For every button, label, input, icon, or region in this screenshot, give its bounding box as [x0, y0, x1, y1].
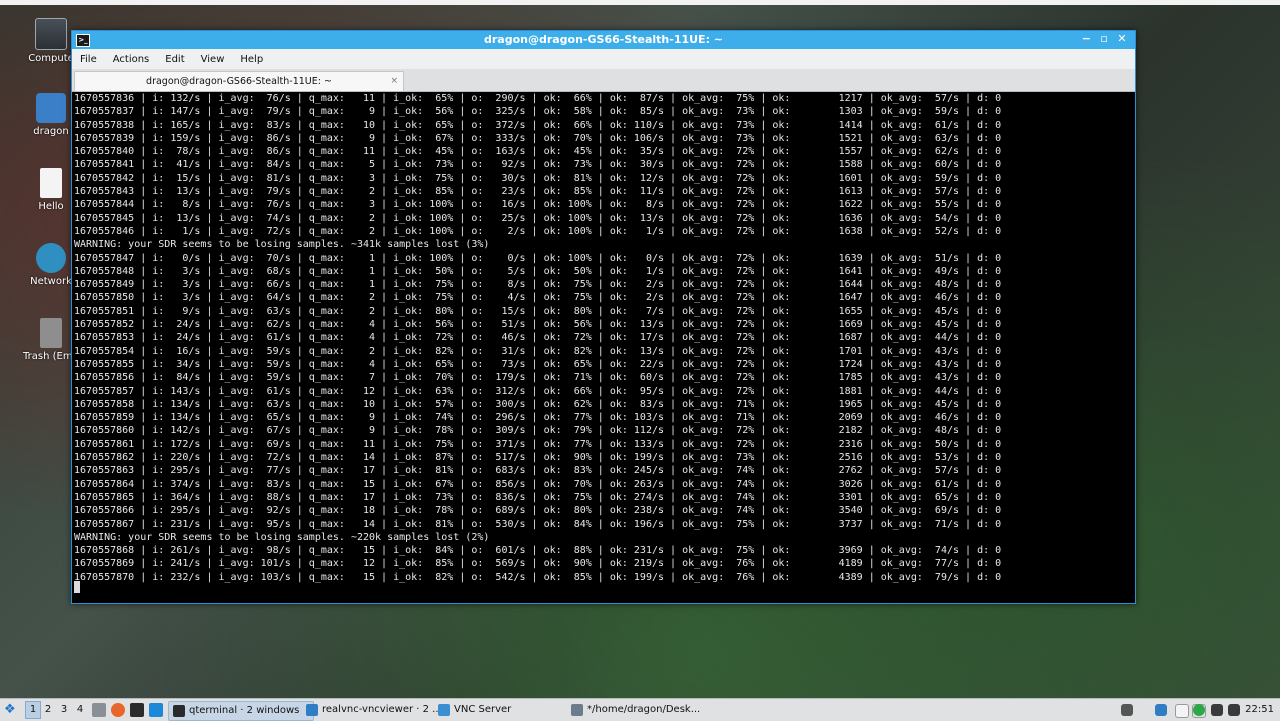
terminal-line: 1670557857 | i: 143/s | i_avg: 61/s | q_…: [74, 385, 1002, 397]
tab-label: dragon@dragon-GS66-Stealth-11UE: ~: [146, 76, 332, 87]
terminal-line: 1670557845 | i: 13/s | i_avg: 74/s | q_m…: [74, 212, 1002, 224]
minimize-button[interactable]: −: [1079, 32, 1093, 45]
menu-view[interactable]: View: [201, 54, 225, 65]
terminal-line: 1670557849 | i: 3/s | i_avg: 66/s | q_ma…: [74, 279, 1002, 291]
home-folder-icon: [36, 93, 66, 123]
tab-close-icon[interactable]: ×: [390, 72, 398, 91]
task-text-editor[interactable]: */home/dragon/Desk...: [567, 701, 733, 719]
terminal-line: 1670557863 | i: 295/s | i_avg: 77/s | q_…: [74, 465, 1002, 477]
terminal-line: 1670557855 | i: 34/s | i_avg: 59/s | q_m…: [74, 358, 1002, 370]
keyboard-icon[interactable]: [1211, 704, 1223, 716]
terminal-line: 1670557850 | i: 3/s | i_avg: 64/s | q_ma…: [74, 292, 1002, 304]
desktop-icon-label: Compute: [28, 53, 74, 64]
terminal-line: 1670557853 | i: 24/s | i_avg: 61/s | q_m…: [74, 332, 1002, 344]
terminal-line: 1670557865 | i: 364/s | i_avg: 88/s | q_…: [74, 491, 1002, 503]
terminal-line: 1670557867 | i: 231/s | i_avg: 95/s | q_…: [74, 518, 1002, 530]
top-edge-strip: [0, 0, 1280, 5]
volume-icon[interactable]: [1121, 704, 1133, 716]
taskbar: ❖ 1 2 3 4 qterminal · 2 windows realvnc-…: [0, 698, 1280, 721]
terminal-line: 1670557836 | i: 132/s | i_avg: 76/s | q_…: [74, 93, 1002, 104]
network-icon: [36, 243, 66, 273]
window-title: dragon@dragon-GS66-Stealth-11UE: ~: [483, 33, 724, 46]
desktop-icon-label: Network: [30, 276, 72, 287]
workspace-3[interactable]: 3: [57, 701, 71, 719]
task-label: VNC Server: [454, 704, 512, 715]
terminal-line: 1670557868 | i: 261/s | i_avg: 98/s | q_…: [74, 545, 1002, 557]
tab-bar: dragon@dragon-GS66-Stealth-11UE: ~ ×: [72, 69, 1135, 92]
task-qterminal[interactable]: qterminal · 2 windows: [168, 701, 314, 721]
firefox-icon[interactable]: [111, 703, 125, 717]
menu-help[interactable]: Help: [240, 54, 263, 65]
terminal-warning-line: WARNING: your SDR seems to be losing sam…: [74, 239, 490, 251]
terminal-line: 1670557847 | i: 0/s | i_avg: 70/s | q_ma…: [74, 252, 1002, 264]
desktop-icon-label: dragon: [33, 126, 69, 137]
vnc-server-icon: [438, 704, 450, 716]
workspace-1[interactable]: 1: [25, 701, 41, 719]
terminal-line: 1670557846 | i: 1/s | i_avg: 72/s | q_ma…: [74, 225, 1002, 237]
task-vnc-server[interactable]: VNC Server: [434, 701, 580, 719]
menu-bar: File Actions Edit View Help: [72, 49, 1135, 69]
terminal-icon[interactable]: [130, 703, 144, 717]
task-label: realvnc-vncviewer · 2 ...: [322, 704, 442, 715]
display-icon[interactable]: [1228, 704, 1240, 716]
terminal-line: 1670557844 | i: 8/s | i_avg: 76/s | q_ma…: [74, 199, 1002, 211]
terminal-line: 1670557840 | i: 78/s | i_avg: 86/s | q_m…: [74, 146, 1002, 158]
computer-icon: [35, 18, 67, 50]
terminal-line: 1670557860 | i: 142/s | i_avg: 67/s | q_…: [74, 425, 1002, 437]
workspace-2[interactable]: 2: [41, 701, 55, 719]
terminal-tab[interactable]: dragon@dragon-GS66-Stealth-11UE: ~ ×: [74, 71, 404, 91]
terminal-line: 1670557841 | i: 41/s | i_avg: 84/s | q_m…: [74, 159, 1002, 171]
terminal-line: 1670557848 | i: 3/s | i_avg: 68/s | q_ma…: [74, 265, 1002, 277]
clock[interactable]: 22:51: [1245, 701, 1274, 719]
terminal-line: 1670557837 | i: 147/s | i_avg: 79/s | q_…: [74, 106, 1002, 118]
show-desktop-icon[interactable]: [149, 703, 163, 717]
menu-file[interactable]: File: [80, 54, 97, 65]
terminal-line: 1670557870 | i: 232/s | i_avg: 103/s | q…: [74, 571, 1002, 583]
terminal-line: 1670557856 | i: 84/s | i_avg: 59/s | q_m…: [74, 372, 1002, 384]
terminal-line: 1670557862 | i: 220/s | i_avg: 72/s | q_…: [74, 452, 1002, 464]
terminal-line: 1670557852 | i: 24/s | i_avg: 62/s | q_m…: [74, 319, 1002, 331]
task-label: qterminal · 2 windows: [189, 705, 300, 716]
workspace-4[interactable]: 4: [73, 701, 87, 719]
text-editor-icon: [571, 704, 583, 716]
task-vnc-viewer[interactable]: realvnc-vncviewer · 2 ...: [302, 701, 456, 719]
window-titlebar[interactable]: >_ dragon@dragon-GS66-Stealth-11UE: ~ − …: [72, 31, 1135, 49]
notes-icon[interactable]: [1175, 704, 1189, 718]
terminal-line: 1670557859 | i: 134/s | i_avg: 65/s | q_…: [74, 412, 1002, 424]
terminal-window: >_ dragon@dragon-GS66-Stealth-11UE: ~ − …: [71, 30, 1136, 604]
text-file-icon: [40, 168, 62, 198]
terminal-line: 1670557838 | i: 165/s | i_avg: 83/s | q_…: [74, 119, 1002, 131]
menu-edit[interactable]: Edit: [165, 54, 184, 65]
close-button[interactable]: ✕: [1115, 32, 1129, 45]
file-manager-icon[interactable]: [92, 703, 106, 717]
terminal-line: 1670557842 | i: 15/s | i_avg: 81/s | q_m…: [74, 172, 1002, 184]
terminal-output[interactable]: 1670557836 | i: 132/s | i_avg: 76/s | q_…: [72, 92, 1135, 603]
terminal-line: 1670557854 | i: 16/s | i_avg: 59/s | q_m…: [74, 345, 1002, 357]
terminal-line: 1670557864 | i: 374/s | i_avg: 83/s | q_…: [74, 478, 1002, 490]
terminal-icon: [173, 705, 185, 717]
terminal-line: 1670557866 | i: 295/s | i_avg: 92/s | q_…: [74, 505, 1002, 517]
desktop-icon-label: Hello: [38, 201, 64, 212]
terminal-line: 1670557858 | i: 134/s | i_avg: 63/s | q_…: [74, 398, 1002, 410]
terminal-warning-line: WARNING: your SDR seems to be losing sam…: [74, 531, 490, 543]
task-label: */home/dragon/Desk...: [587, 704, 701, 715]
terminal-line: 1670557861 | i: 172/s | i_avg: 69/s | q_…: [74, 438, 1002, 450]
terminal-line: 1670557869 | i: 241/s | i_avg: 101/s | q…: [74, 558, 1002, 570]
maximize-button[interactable]: ▫: [1097, 32, 1111, 45]
terminal-line: 1670557851 | i: 9/s | i_avg: 63/s | q_ma…: [74, 305, 1002, 317]
menu-actions[interactable]: Actions: [113, 54, 150, 65]
terminal-cursor: [74, 581, 80, 593]
terminal-line: 1670557839 | i: 159/s | i_avg: 86/s | q_…: [74, 132, 1002, 144]
application-menu-icon[interactable]: ❖: [4, 701, 20, 719]
trash-icon: [40, 318, 62, 348]
vnc-tray-icon[interactable]: [1155, 704, 1167, 716]
vnc-viewer-icon: [306, 704, 318, 716]
network-status-icon[interactable]: [1193, 704, 1205, 716]
terminal-line: 1670557843 | i: 13/s | i_avg: 79/s | q_m…: [74, 186, 1002, 198]
